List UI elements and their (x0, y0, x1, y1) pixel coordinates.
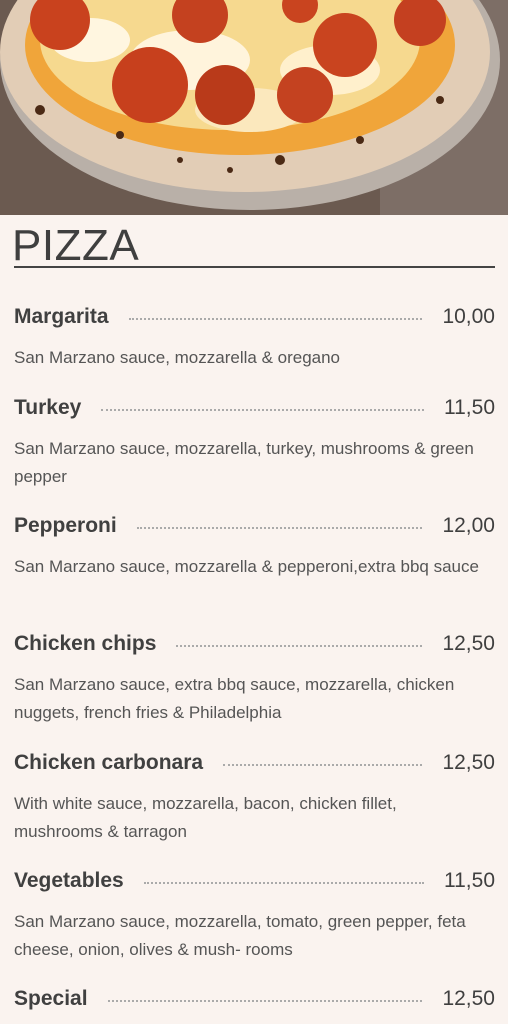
item-price: 11,50 (444, 869, 495, 892)
pizza-hero-image (0, 0, 508, 215)
item-price: 11,50 (444, 396, 495, 419)
menu-item-row: Special 12,50 (14, 986, 495, 1012)
dot-leader (143, 882, 424, 884)
menu-item-pepperoni: Pepperoni 12,00 San Marzano sauce, mozza… (14, 513, 495, 581)
pizza-photo (0, 0, 508, 215)
item-price: 12,50 (442, 987, 495, 1010)
item-description: San Marzano sauce, mozzarella & pepperon… (14, 557, 479, 576)
menu-item-chicken-carbonara: Chicken carbonara 12,50 With white sauce… (14, 750, 495, 846)
menu-item-row: Turkey 11,50 (14, 395, 495, 421)
section-title: PIZZA (12, 221, 140, 270)
menu-item-margarita: Margarita 10,00 San Marzano sauce, mozza… (14, 304, 495, 372)
dot-leader (101, 409, 424, 411)
menu-item-chicken-chips: Chicken chips 12,50 San Marzano sauce, e… (14, 631, 495, 727)
item-name: Margarita (14, 305, 109, 328)
item-price: 12,00 (442, 514, 495, 537)
item-description: San Marzano sauce, mozzarella & oregano (14, 348, 341, 367)
pizza-menu-section: PIZZA Margarita 10,00 San Marzano sauce,… (0, 215, 508, 1024)
dot-leader (136, 527, 423, 529)
dot-leader (176, 645, 423, 647)
menu-item-row: Margarita 10,00 (14, 304, 495, 330)
item-name: Vegetables (14, 869, 124, 892)
dot-leader (107, 1000, 423, 1002)
item-name: Turkey (14, 396, 82, 419)
menu-item-special: Special 12,50 (14, 986, 495, 1012)
menu-item-turkey: Turkey 11,50 San Marzano sauce, mozzarel… (14, 395, 495, 491)
item-description: San Marzano sauce, mozzarella, turkey, m… (14, 439, 474, 486)
item-description: San Marzano sauce, mozzarella, tomato, g… (14, 912, 466, 959)
dot-leader (223, 764, 423, 766)
item-price: 12,50 (442, 632, 495, 655)
menu-item-vegetables: Vegetables 11,50 San Marzano sauce, mozz… (14, 868, 495, 964)
menu-item-row: Pepperoni 12,00 (14, 513, 495, 539)
item-name: Chicken chips (14, 632, 157, 655)
item-description: With white sauce, mozzarella, bacon, chi… (14, 794, 397, 841)
item-price: 10,00 (442, 305, 495, 328)
item-name: Chicken carbonara (14, 751, 204, 774)
menu-item-row: Vegetables 11,50 (14, 868, 495, 894)
menu-item-row: Chicken chips 12,50 (14, 631, 495, 657)
menu-item-row: Chicken carbonara 12,50 (14, 750, 495, 776)
dot-leader (128, 318, 423, 320)
item-price: 12,50 (442, 751, 495, 774)
item-name: Special (14, 987, 88, 1010)
item-description: San Marzano sauce, extra bbq sauce, mozz… (14, 675, 455, 722)
title-divider (14, 266, 495, 268)
item-name: Pepperoni (14, 514, 117, 537)
